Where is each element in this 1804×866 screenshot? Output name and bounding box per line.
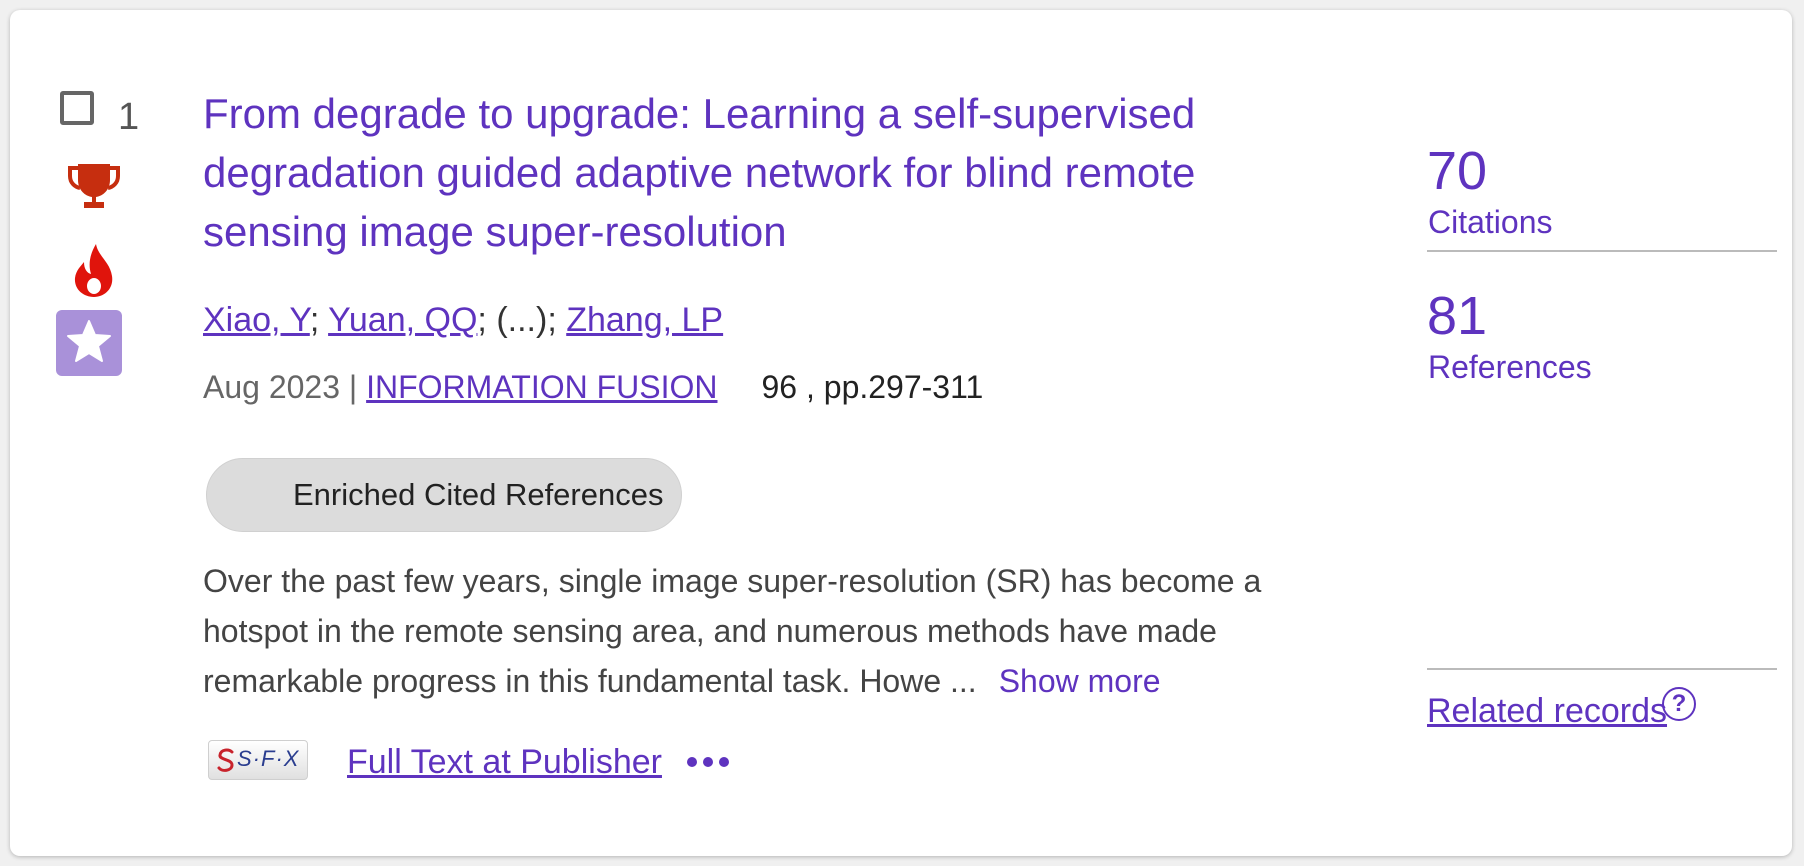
- author-link[interactable]: Xiao, Y: [203, 301, 310, 339]
- full-text-publisher-link[interactable]: Full Text at Publisher: [347, 740, 662, 784]
- trophy-icon: [66, 162, 122, 214]
- citations-count[interactable]: 70: [1427, 144, 1487, 198]
- related-divider: [1427, 668, 1777, 670]
- journal-link[interactable]: INFORMATION FUSION: [366, 369, 717, 405]
- more-horizontal-icon[interactable]: [686, 752, 730, 772]
- publication-date: Aug 2023: [203, 369, 341, 405]
- record-card: 1 From degrade to upgrade: Learning a se…: [10, 10, 1792, 856]
- flame-icon: [72, 242, 116, 298]
- enriched-cited-references-button[interactable]: Enriched Cited References: [206, 458, 682, 532]
- author-link[interactable]: Yuan, QQ: [328, 301, 477, 339]
- publication-meta: Aug 2023 | INFORMATION FUSION 96 , pp.297…: [203, 367, 983, 407]
- abstract-snippet: Over the past few years, single image su…: [203, 556, 1313, 706]
- record-title[interactable]: From degrade to upgrade: Learning a self…: [203, 84, 1263, 261]
- author-separator: ;: [477, 301, 497, 339]
- citations-label[interactable]: Citations: [1428, 206, 1553, 238]
- author-ellipsis: (...): [496, 301, 548, 339]
- star-icon[interactable]: [56, 310, 122, 376]
- author-separator: ;: [309, 301, 329, 339]
- references-count[interactable]: 81: [1427, 289, 1487, 343]
- sfx-label: S·F·X: [237, 746, 300, 771]
- author-link[interactable]: Zhang, LP: [566, 301, 723, 339]
- help-icon[interactable]: ?: [1662, 687, 1696, 721]
- volume-pages: 96 , pp.297-311: [761, 369, 984, 405]
- references-label[interactable]: References: [1428, 351, 1592, 383]
- record-number: 1: [118, 96, 140, 138]
- select-checkbox[interactable]: [60, 91, 94, 125]
- stats-divider: [1427, 250, 1777, 252]
- sfx-button[interactable]: S·F·X: [208, 740, 308, 780]
- sfx-logo-icon: [217, 748, 234, 772]
- author-list: Xiao, Y; Yuan, QQ; (...); Zhang, LP: [203, 300, 723, 340]
- author-separator: ;: [547, 301, 567, 339]
- related-records-link[interactable]: Related records: [1427, 691, 1667, 731]
- show-more-link[interactable]: Show more: [999, 663, 1161, 699]
- meta-separator: |: [340, 369, 367, 405]
